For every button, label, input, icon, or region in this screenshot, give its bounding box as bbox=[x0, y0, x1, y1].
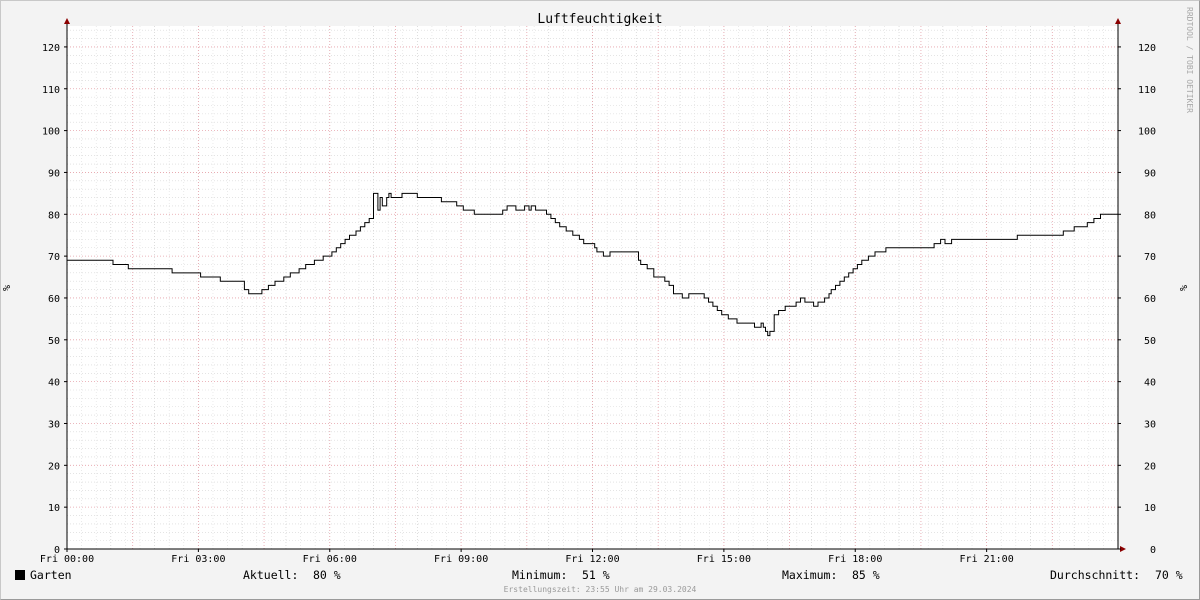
y-tick-label-right: 10 bbox=[1144, 503, 1156, 514]
y-tick-label-left: 10 bbox=[48, 503, 60, 514]
legend-aktuell-value: 80 % bbox=[313, 568, 341, 582]
y-tick-label-left: 60 bbox=[48, 294, 60, 305]
legend-series-name: Garten bbox=[30, 568, 72, 582]
y-tick-labels-right: 0 10 20 30 40 50 60 70 80 90 100 110 120 bbox=[1138, 43, 1156, 556]
y-tick-label-right: 90 bbox=[1144, 168, 1156, 179]
y-tick-label-left: 90 bbox=[48, 168, 60, 179]
y-tick-label-right: 0 bbox=[1150, 545, 1156, 556]
x-tick-label: Fri 15:00 bbox=[697, 554, 751, 565]
y-tick-label-left: 120 bbox=[42, 43, 60, 54]
legend-maximum-label: Maximum: bbox=[782, 568, 837, 582]
legend-aktuell-label: Aktuell: bbox=[243, 568, 298, 582]
legend-minimum-label: Minimum: bbox=[512, 568, 567, 582]
y-tick-label-right: 110 bbox=[1138, 85, 1156, 96]
y-tick-label-left: 30 bbox=[48, 419, 60, 430]
y-tick-label-left: 110 bbox=[42, 85, 60, 96]
x-tick-labels: Fri 00:00 Fri 03:00 Fri 06:00 Fri 09:00 Fri … bbox=[40, 554, 1014, 565]
footer-timestamp: Erstellungszeit: 23:55 Uhr am 29.03.2024 bbox=[504, 585, 697, 594]
watermark: RRDTOOL / TOBI OETIKER bbox=[1185, 7, 1194, 113]
y-tick-label-left: 40 bbox=[48, 378, 60, 389]
y-axis-arrow-right bbox=[1115, 18, 1121, 24]
y-tick-label-left: 20 bbox=[48, 461, 60, 472]
legend-durchschnitt-label: Durchschnitt: bbox=[1050, 568, 1140, 582]
y-tick-labels-left: 0102030405060708090100110120 bbox=[42, 43, 60, 556]
legend-minimum-value: 51 % bbox=[582, 568, 610, 582]
x-tick-label: Fri 09:00 bbox=[434, 554, 488, 565]
y-tick-label-right: 70 bbox=[1144, 252, 1156, 263]
x-tick-label: Fri 18:00 bbox=[828, 554, 882, 565]
legend-maximum-value: 85 % bbox=[852, 568, 880, 582]
y-tick-label-left: 80 bbox=[48, 210, 60, 221]
y-tick-label-left: 50 bbox=[48, 336, 60, 347]
y-tick-label-right: 40 bbox=[1144, 378, 1156, 389]
y-tick-label-right: 50 bbox=[1144, 336, 1156, 347]
y-tick-label-left: 100 bbox=[42, 127, 60, 138]
x-tick-label: Fri 06:00 bbox=[303, 554, 357, 565]
y-tick-label-right: 60 bbox=[1144, 294, 1156, 305]
y-axis-label-right: % bbox=[1177, 285, 1188, 291]
x-tick-label: Fri 03:00 bbox=[171, 554, 225, 565]
x-tick-label: Fri 12:00 bbox=[565, 554, 619, 565]
x-tick-label: Fri 00:00 bbox=[40, 554, 94, 565]
chart-title: Luftfeuchtigkeit bbox=[537, 12, 662, 27]
x-tick-label: Fri 21:00 bbox=[960, 554, 1014, 565]
y-tick-label-right: 20 bbox=[1144, 461, 1156, 472]
y-tick-label-right: 120 bbox=[1138, 43, 1156, 54]
y-tick-label-right: 100 bbox=[1138, 127, 1156, 138]
humidity-chart: 0 10 20 30 40 50 60 70 80 90 100 110 120 0 10 20 30 40 50… bbox=[2, 7, 1194, 594]
y-axis-label-left: % bbox=[2, 285, 13, 291]
y-tick-label-right: 80 bbox=[1144, 210, 1156, 221]
legend-swatch bbox=[15, 570, 25, 580]
y-axis-arrow-left bbox=[64, 18, 70, 24]
legend-durchschnitt-value: 70 % bbox=[1155, 568, 1183, 582]
y-tick-label-right: 30 bbox=[1144, 419, 1156, 430]
y-tick-label-left: 70 bbox=[48, 252, 60, 263]
